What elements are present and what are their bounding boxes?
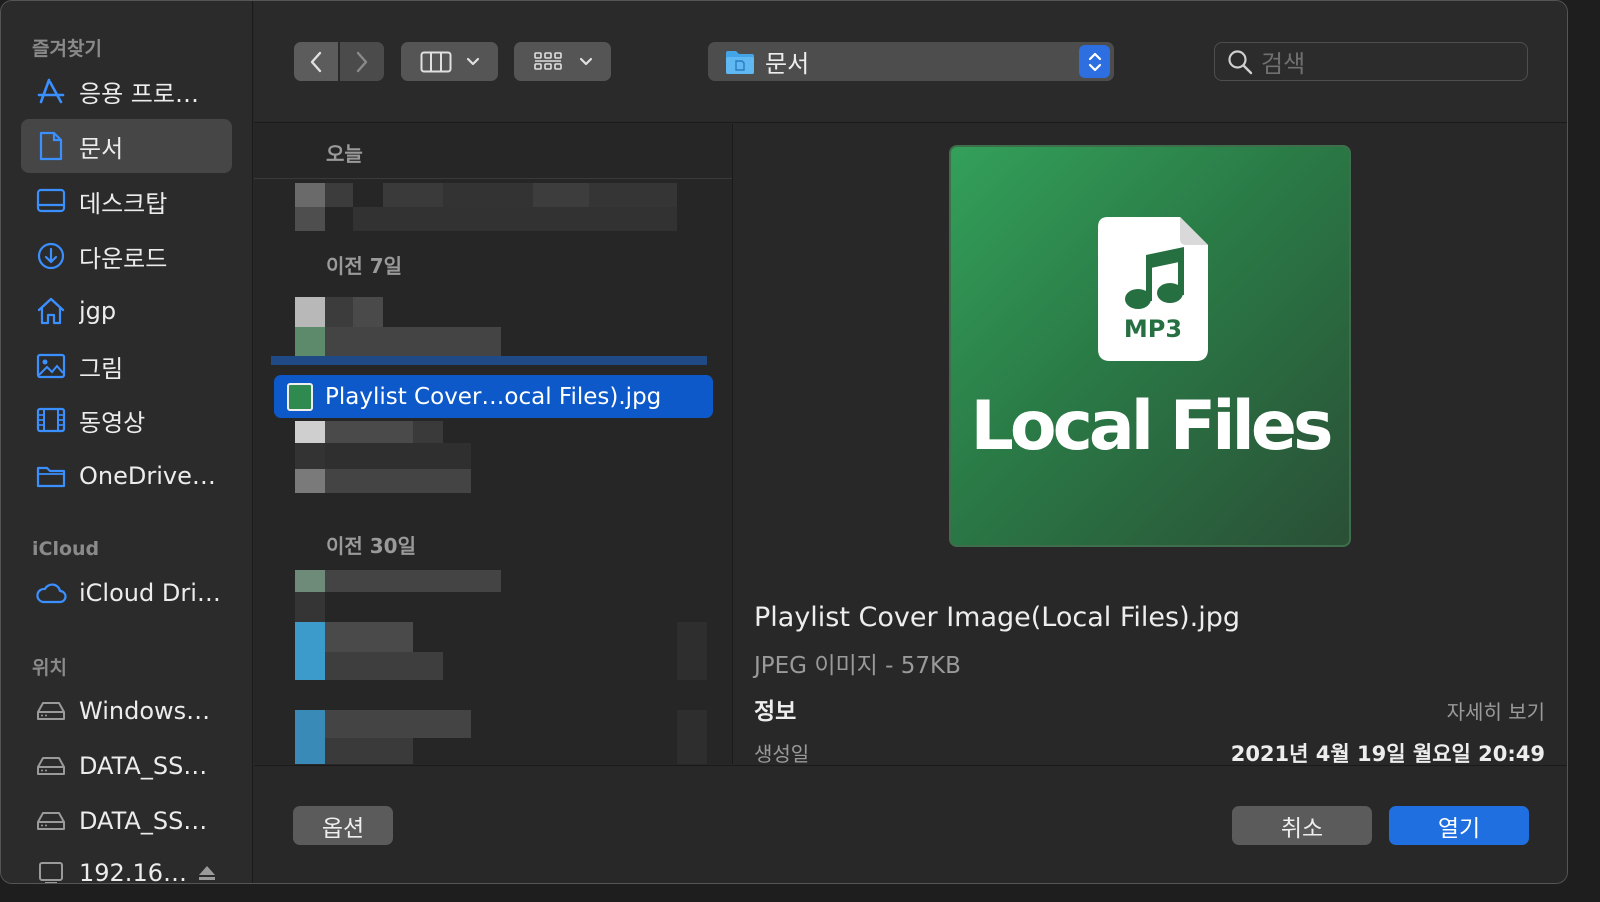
cancel-button[interactable]: 취소: [1232, 806, 1372, 845]
sidebar-item-desktop[interactable]: 데스크탑: [21, 174, 232, 228]
film-icon: [35, 404, 67, 436]
open-file-dialog: 즐겨찾기 응용 프로… 문서 데스크탑 다운로드 jgp 그림 동영상 OneD…: [0, 0, 1568, 884]
up-down-arrows-icon: [1088, 50, 1102, 74]
sidebar-item-label: 192.16…: [79, 859, 187, 884]
group-by-button[interactable]: [514, 42, 611, 81]
file-row-selected[interactable]: Playlist Cover…ocal Files).jpg: [274, 375, 713, 418]
app-store-icon: [35, 75, 67, 107]
options-button[interactable]: 옵션: [293, 806, 393, 845]
sidebar-item-label: DATA_SS…: [79, 807, 208, 835]
group-divider: [254, 178, 732, 179]
chevron-down-icon: [579, 57, 593, 67]
bottom-bar: 옵션 취소 열기: [254, 765, 1567, 883]
sidebar-item-network-share[interactable]: 192.16…: [21, 846, 232, 884]
download-icon: [35, 240, 67, 272]
sidebar-item-onedrive[interactable]: OneDrive…: [21, 449, 232, 503]
music-file-icon: MP3: [1098, 217, 1208, 361]
sidebar-item-icloud-drive[interactable]: iCloud Dri…: [21, 566, 232, 620]
sidebar-item-downloads[interactable]: 다운로드: [21, 229, 232, 283]
drive-icon: [35, 750, 67, 782]
location-stepper[interactable]: [1079, 45, 1110, 78]
preview-file-kind: JPEG 이미지 - 57KB: [754, 653, 961, 679]
file-list[interactable]: 오늘 이전 7일 Playlist Cover…ocal Files).jpg: [254, 124, 733, 764]
chevron-right-icon: [355, 51, 369, 73]
favorites-heading: 즐겨찾기: [32, 38, 102, 60]
created-label: 생성일: [754, 742, 810, 764]
sidebar-item-label: 다운로드: [79, 244, 168, 273]
preview-file-name: Playlist Cover Image(Local Files).jpg: [754, 602, 1240, 633]
sidebar-item-documents[interactable]: 문서: [21, 119, 232, 173]
drive-icon: [35, 695, 67, 727]
preview-pane: MP3 Local Files Playlist Cover Image(Loc…: [734, 124, 1567, 764]
sidebar-item-pictures[interactable]: 그림: [21, 339, 232, 393]
sidebar-item-label: DATA_SS…: [79, 752, 208, 780]
sidebar-item-applications[interactable]: 응용 프로…: [21, 64, 232, 118]
drop-highlight-bar: [271, 356, 707, 365]
mp3-badge-text: MP3: [1123, 315, 1183, 343]
folder-icon: [725, 49, 755, 75]
show-more-link[interactable]: 자세히 보기: [1447, 696, 1545, 725]
sidebar-item-home[interactable]: jgp: [21, 284, 232, 338]
location-label: 문서: [765, 50, 810, 78]
sidebar-item-label: iCloud Dri…: [79, 579, 221, 607]
open-button[interactable]: 열기: [1389, 806, 1529, 845]
grid-icon: [533, 50, 563, 74]
cloud-icon: [35, 577, 67, 609]
sidebar-item-label: 동영상: [79, 408, 146, 437]
sidebar-item-data-ssd-1[interactable]: DATA_SS…: [21, 739, 232, 793]
folder-icon: [35, 460, 67, 492]
picture-icon: [35, 350, 67, 382]
icloud-heading: iCloud: [32, 538, 100, 560]
sidebar-item-label: Windows…: [79, 697, 211, 725]
columns-view-icon: [420, 51, 452, 73]
eject-icon[interactable]: [197, 864, 217, 882]
desktop-icon: [35, 185, 67, 217]
sidebar-item-movies[interactable]: 동영상: [21, 393, 232, 447]
preview-image: MP3 Local Files: [949, 145, 1351, 547]
sidebar-item-windows[interactable]: Windows…: [21, 684, 232, 738]
sidebar-item-data-ssd-2[interactable]: DATA_SS…: [21, 794, 232, 848]
created-value: 2021년 4월 19일 월요일 20:49: [1230, 742, 1545, 764]
view-mode-button[interactable]: [401, 42, 498, 81]
sidebar-item-label: 문서: [79, 134, 124, 163]
info-heading: 정보: [754, 699, 797, 725]
back-button[interactable]: [294, 42, 338, 81]
group-header-previous-30-days: 이전 30일: [326, 534, 416, 558]
sidebar-item-label: 응용 프로…: [79, 79, 199, 108]
document-icon: [35, 130, 67, 162]
locations-heading: 위치: [32, 657, 67, 679]
forward-button[interactable]: [340, 42, 384, 81]
sidebar-item-label: 그림: [79, 354, 124, 383]
image-thumbnail-icon: [287, 382, 313, 411]
sidebar: 즐겨찾기 응용 프로… 문서 데스크탑 다운로드 jgp 그림 동영상 OneD…: [1, 1, 253, 884]
sidebar-item-label: OneDrive…: [79, 462, 216, 490]
sidebar-item-label: jgp: [79, 297, 117, 325]
sidebar-item-label: 데스크탑: [79, 189, 168, 218]
network-icon: [35, 857, 67, 883]
drive-icon: [35, 805, 67, 837]
group-header-previous-7-days: 이전 7일: [326, 254, 403, 278]
file-name: Playlist Cover…ocal Files).jpg: [325, 383, 662, 410]
home-icon: [35, 295, 67, 327]
toolbar: 문서 검색: [254, 1, 1567, 123]
cover-title: Local Files: [970, 387, 1334, 466]
chevron-down-icon: [466, 57, 480, 67]
search-field[interactable]: 검색: [1214, 42, 1528, 81]
location-popup[interactable]: 문서: [708, 42, 1114, 81]
chevron-left-icon: [309, 51, 323, 73]
group-header-today: 오늘: [326, 142, 363, 166]
